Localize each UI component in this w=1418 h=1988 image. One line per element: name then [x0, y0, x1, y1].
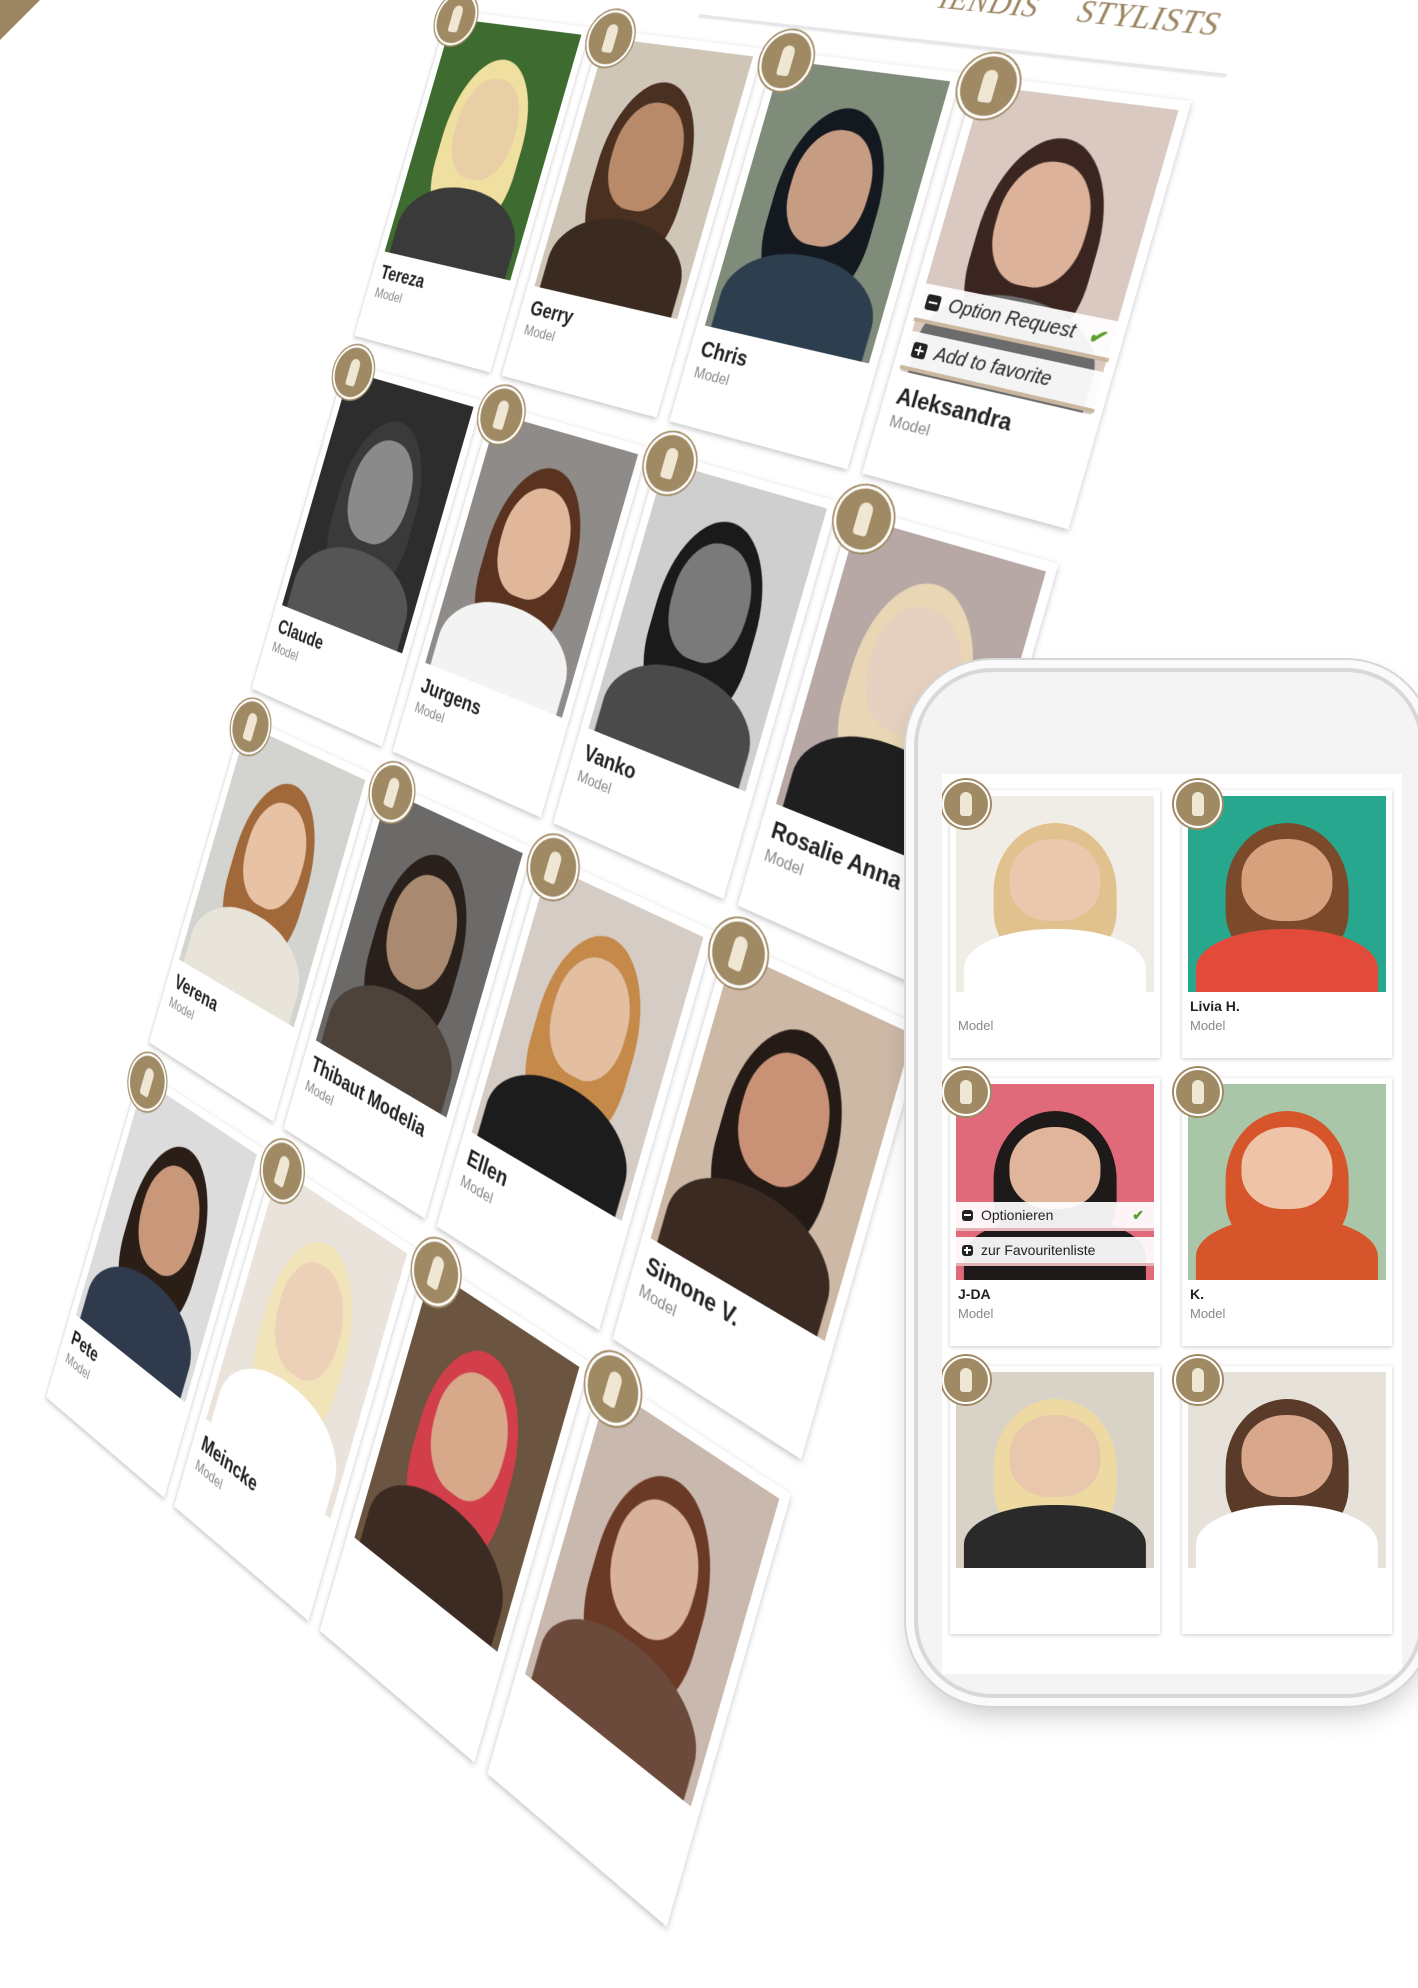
photo-body: [963, 929, 1147, 992]
model-photo[interactable]: [956, 1372, 1154, 1568]
agency-seal-icon: [942, 780, 990, 828]
model-card[interactable]: [942, 1356, 1160, 1634]
photo-face: [1009, 1127, 1101, 1210]
photo-face: [1241, 1127, 1333, 1210]
top-nav: IENDIS STYLISTS: [907, 0, 1225, 45]
model-card[interactable]: Livia H. Model: [1174, 780, 1392, 1058]
phone-screen: Model Livia H. Model Optionieren ✔ zur Favour…: [942, 774, 1402, 1674]
model-photo[interactable]: [1188, 1372, 1386, 1568]
model-photo[interactable]: [956, 796, 1154, 992]
minus-square-icon: [923, 293, 943, 312]
agency-seal-icon: [942, 1068, 990, 1116]
model-role: Model: [958, 1018, 994, 1033]
model-card[interactable]: [1174, 1356, 1392, 1634]
photo-face: [1009, 1415, 1101, 1498]
check-icon: ✔: [1132, 1206, 1144, 1223]
model-card[interactable]: K. Model: [1174, 1068, 1392, 1346]
photo-face: [1241, 1415, 1333, 1498]
option-request-button[interactable]: Optionieren ✔: [956, 1202, 1154, 1231]
agency-seal-icon: [1174, 1356, 1222, 1404]
agency-seal-icon: [1174, 780, 1222, 828]
agency-seal-icon: [1174, 1068, 1222, 1116]
model-card[interactable]: Optionieren ✔ zur Favouritenliste J-DA Model: [942, 1068, 1160, 1346]
model-role: Model: [1190, 1018, 1226, 1033]
check-icon: ✔: [1085, 324, 1108, 350]
model-photo[interactable]: [1188, 796, 1386, 992]
photo-body: [1195, 1505, 1379, 1568]
phone-mockup: Model Livia H. Model Optionieren ✔ zur Favour…: [914, 668, 1418, 1698]
nav-item[interactable]: STYLISTS: [1073, 0, 1225, 44]
model-name[interactable]: K.: [1190, 1286, 1204, 1302]
option-request-label: Optionieren: [981, 1207, 1054, 1223]
card-options-overlay: Optionieren ✔ zur Favouritenliste: [950, 1202, 1160, 1272]
photo-face: [1009, 839, 1101, 922]
nav-item[interactable]: IENDIS: [935, 0, 1044, 25]
model-photo[interactable]: [1188, 1084, 1386, 1280]
model-name[interactable]: J-DA: [958, 1286, 991, 1302]
photo-body: [1195, 929, 1379, 992]
photo-body: [963, 1505, 1147, 1568]
add-favorite-label: zur Favouritenliste: [981, 1242, 1096, 1258]
add-favorite-label: Add to favorite: [931, 343, 1055, 391]
minus-square-icon: [962, 1209, 973, 1221]
phone-model-grid: Model Livia H. Model Optionieren ✔ zur Favour…: [942, 780, 1396, 1634]
plus-square-icon: [910, 341, 929, 360]
photo-body: [1195, 1217, 1379, 1280]
add-favorite-button[interactable]: zur Favouritenliste: [956, 1237, 1154, 1266]
model-role: Model: [1190, 1306, 1226, 1321]
photo-face: [1241, 839, 1333, 922]
model-role: Model: [958, 1306, 994, 1321]
model-card[interactable]: Model: [942, 780, 1160, 1058]
model-name[interactable]: Livia H.: [1190, 998, 1240, 1014]
agency-seal-icon: [942, 1356, 990, 1404]
plus-square-icon: [962, 1244, 973, 1256]
